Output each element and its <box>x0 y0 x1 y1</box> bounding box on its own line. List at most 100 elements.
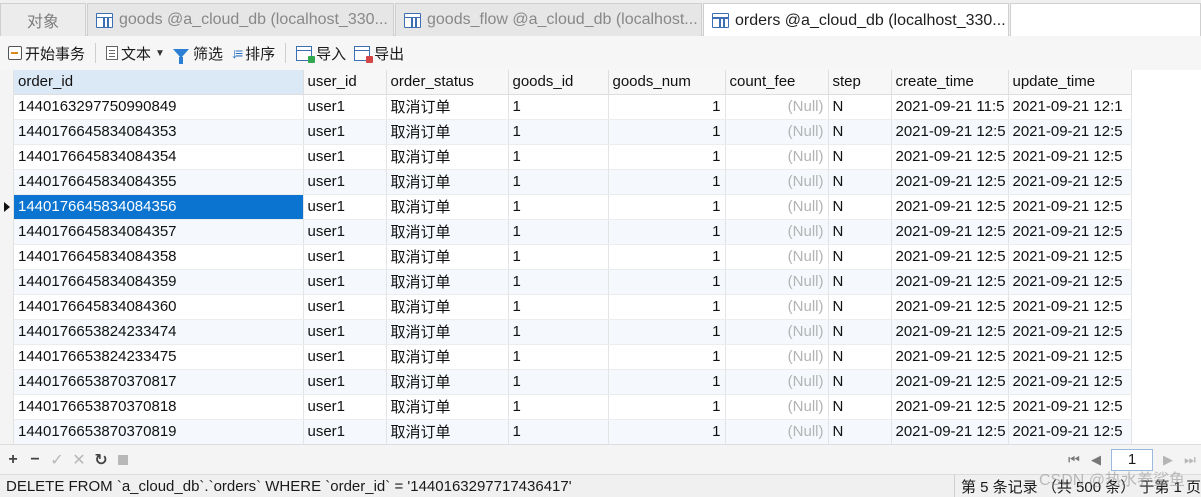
cell-count-fee[interactable]: (Null) <box>725 269 829 295</box>
cell-goods-id[interactable]: 1 <box>508 119 609 145</box>
cell-goods-num[interactable]: 1 <box>608 269 726 295</box>
tab-goods-flow[interactable]: goods_flow @a_cloud_db (localhost... <box>395 3 702 36</box>
cell-count-fee[interactable]: (Null) <box>725 144 829 170</box>
cell-user-id[interactable]: user1 <box>303 344 387 370</box>
cell-order-status[interactable]: 取消订单 <box>386 319 509 345</box>
cell-order-id[interactable]: 1440176645834084359 <box>14 269 304 295</box>
add-record-button[interactable]: + <box>2 449 24 471</box>
cell-step[interactable]: N <box>828 294 892 320</box>
cell-order-status[interactable]: 取消订单 <box>386 369 509 395</box>
cell-goods-num[interactable]: 1 <box>608 244 726 270</box>
column-header-goods-id[interactable]: goods_id <box>508 70 609 95</box>
data-grid[interactable]: order_id user_id order_status goods_id goods… <box>0 70 1201 444</box>
refresh-button[interactable]: ↻ <box>90 449 112 471</box>
cell-step[interactable]: N <box>828 194 892 220</box>
cell-step[interactable]: N <box>828 144 892 170</box>
row-gutter[interactable] <box>0 70 14 444</box>
column-header-create-time[interactable]: create_time <box>891 70 1009 95</box>
cell-update-time[interactable]: 2021-09-21 12:5 <box>1008 269 1132 295</box>
cell-goods-id[interactable]: 1 <box>508 394 609 420</box>
cell-user-id[interactable]: user1 <box>303 194 387 220</box>
cell-goods-id[interactable]: 1 <box>508 319 609 345</box>
cell-order-status[interactable]: 取消订单 <box>386 244 509 270</box>
cell-goods-id[interactable]: 1 <box>508 369 609 395</box>
cell-goods-id[interactable]: 1 <box>508 194 609 220</box>
tab-goods[interactable]: goods @a_cloud_db (localhost_330... <box>87 3 394 36</box>
cell-user-id[interactable]: user1 <box>303 269 387 295</box>
cell-goods-id[interactable]: 1 <box>508 419 609 444</box>
cell-update-time[interactable]: 2021-09-21 12:5 <box>1008 144 1132 170</box>
cell-goods-num[interactable]: 1 <box>608 344 726 370</box>
import-button[interactable]: 导入 <box>292 40 350 66</box>
cell-user-id[interactable]: user1 <box>303 394 387 420</box>
cell-create-time[interactable]: 2021-09-21 12:5 <box>891 269 1009 295</box>
cell-user-id[interactable]: user1 <box>303 219 387 245</box>
cell-update-time[interactable]: 2021-09-21 12:5 <box>1008 294 1132 320</box>
cell-order-status[interactable]: 取消订单 <box>386 119 509 145</box>
table-row[interactable]: 1440176645834084357 user1 取消订单 1 1 (Null) N 202… <box>14 219 1132 245</box>
cell-step[interactable]: N <box>828 169 892 195</box>
cell-count-fee[interactable]: (Null) <box>725 294 829 320</box>
column-header-user-id[interactable]: user_id <box>303 70 387 95</box>
cell-goods-id[interactable]: 1 <box>508 344 609 370</box>
cell-order-status[interactable]: 取消订单 <box>386 219 509 245</box>
column-header-count-fee[interactable]: count_fee <box>725 70 829 95</box>
table-row[interactable]: 1440176645834084353 user1 取消订单 1 1 (Null) N 202… <box>14 119 1132 145</box>
cell-user-id[interactable]: user1 <box>303 369 387 395</box>
column-header-step[interactable]: step <box>828 70 892 95</box>
cell-user-id[interactable]: user1 <box>303 144 387 170</box>
cell-step[interactable]: N <box>828 344 892 370</box>
cell-step[interactable]: N <box>828 394 892 420</box>
table-row[interactable]: 1440176653870370819 user1 取消订单 1 1 (Null) N 202… <box>14 419 1132 444</box>
cell-order-id[interactable]: 1440163297750990849 <box>14 94 304 120</box>
cell-order-id[interactable]: 1440176645834084356 <box>14 194 304 220</box>
cell-update-time[interactable]: 2021-09-21 12:5 <box>1008 394 1132 420</box>
cell-order-id[interactable]: 1440176653824233475 <box>14 344 304 370</box>
table-row[interactable]: 1440176653870370817 user1 取消订单 1 1 (Null) N 202… <box>14 369 1132 395</box>
cell-user-id[interactable]: user1 <box>303 294 387 320</box>
cell-user-id[interactable]: user1 <box>303 94 387 120</box>
cell-order-id[interactable]: 1440176645834084357 <box>14 219 304 245</box>
cell-count-fee[interactable]: (Null) <box>725 244 829 270</box>
cell-create-time[interactable]: 2021-09-21 12:5 <box>891 244 1009 270</box>
delete-record-button[interactable]: − <box>24 449 46 471</box>
cell-goods-id[interactable]: 1 <box>508 244 609 270</box>
cell-user-id[interactable]: user1 <box>303 119 387 145</box>
cell-count-fee[interactable]: (Null) <box>725 94 829 120</box>
cell-count-fee[interactable]: (Null) <box>725 319 829 345</box>
cell-user-id[interactable]: user1 <box>303 244 387 270</box>
cell-order-status[interactable]: 取消订单 <box>386 394 509 420</box>
tab-objects[interactable]: 对象 <box>0 3 86 36</box>
cell-goods-id[interactable]: 1 <box>508 294 609 320</box>
cell-create-time[interactable]: 2021-09-21 12:5 <box>891 344 1009 370</box>
column-header-update-time[interactable]: update_time <box>1008 70 1132 95</box>
cell-order-status[interactable]: 取消订单 <box>386 269 509 295</box>
table-row[interactable]: 1440176645834084354 user1 取消订单 1 1 (Null) N 202… <box>14 144 1132 170</box>
cell-goods-num[interactable]: 1 <box>608 219 726 245</box>
cell-update-time[interactable]: 2021-09-21 12:5 <box>1008 344 1132 370</box>
cell-step[interactable]: N <box>828 319 892 345</box>
cell-step[interactable]: N <box>828 269 892 295</box>
cell-step[interactable]: N <box>828 244 892 270</box>
cell-count-fee[interactable]: (Null) <box>725 419 829 444</box>
column-header-goods-num[interactable]: goods_num <box>608 70 726 95</box>
cell-create-time[interactable]: 2021-09-21 12:5 <box>891 319 1009 345</box>
cell-update-time[interactable]: 2021-09-21 12:5 <box>1008 369 1132 395</box>
cell-order-status[interactable]: 取消订单 <box>386 294 509 320</box>
table-row[interactable]: 1440176653824233475 user1 取消订单 1 1 (Null) N 202… <box>14 344 1132 370</box>
cell-count-fee[interactable]: (Null) <box>725 169 829 195</box>
cell-count-fee[interactable]: (Null) <box>725 344 829 370</box>
column-header-order-status[interactable]: order_status <box>386 70 509 95</box>
cell-goods-num[interactable]: 1 <box>608 194 726 220</box>
export-button[interactable]: 导出 <box>350 40 408 66</box>
table-row[interactable]: 1440176645834084355 user1 取消订单 1 1 (Null) N 202… <box>14 169 1132 195</box>
cell-goods-num[interactable]: 1 <box>608 94 726 120</box>
cell-user-id[interactable]: user1 <box>303 169 387 195</box>
cell-order-id[interactable]: 1440176653824233474 <box>14 319 304 345</box>
cell-create-time[interactable]: 2021-09-21 12:5 <box>891 369 1009 395</box>
cell-update-time[interactable]: 2021-09-21 12:5 <box>1008 219 1132 245</box>
cell-user-id[interactable]: user1 <box>303 419 387 444</box>
cell-update-time[interactable]: 2021-09-21 12:5 <box>1008 319 1132 345</box>
cell-create-time[interactable]: 2021-09-21 12:5 <box>891 194 1009 220</box>
tab-orders[interactable]: orders @a_cloud_db (localhost_330... <box>703 3 1009 37</box>
